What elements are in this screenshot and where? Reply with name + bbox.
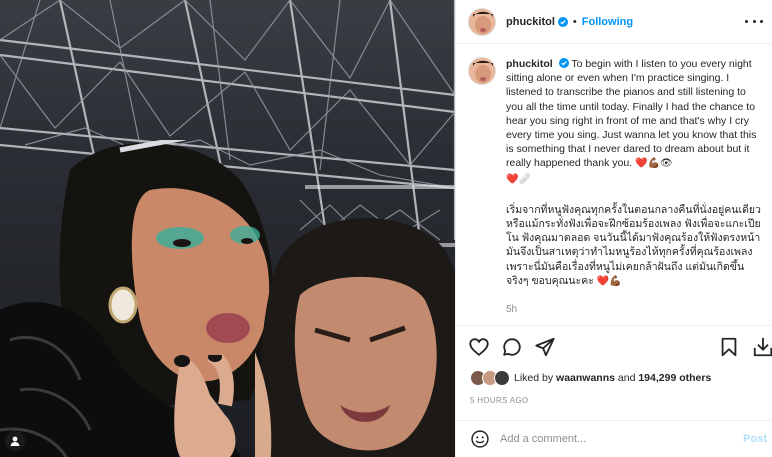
smiley-icon[interactable] — [470, 429, 490, 449]
likes-prefix: Liked by — [514, 372, 554, 384]
peace-hand — [174, 355, 236, 457]
caption-english-text: To begin with I listen to you every nigh… — [506, 58, 757, 170]
caption-english: phuckitol To begin with I listen to you … — [506, 57, 761, 187]
post-comment-button[interactable]: Post — [743, 433, 767, 445]
likes-summary: Liked by waanwanns and 194,299 others — [470, 370, 711, 386]
caption-author-avatar[interactable] — [468, 57, 496, 85]
avatar-face-icon — [469, 8, 495, 35]
caption-emojis-line2: ❤️🩹 — [506, 173, 531, 185]
caption-thai-text: เริ่มจากที่หนูฟังคุณทุกครั้งในตอนกลางคืน… — [506, 203, 761, 287]
likes-connector: and — [617, 372, 636, 384]
caption-thai-emojis: ❤️💪🏾 — [596, 275, 622, 287]
liker-avatars[interactable] — [470, 370, 512, 386]
avatar-face-icon — [469, 58, 495, 84]
caption-emojis: ❤️💪🏾👁 — [635, 158, 673, 170]
verified-badge-icon — [557, 16, 568, 27]
send-icon[interactable] — [534, 336, 556, 358]
action-bar — [468, 336, 772, 360]
bookmark-icon[interactable] — [718, 336, 740, 358]
comment-input[interactable] — [500, 433, 720, 445]
author-username[interactable]: phuckitol — [506, 16, 555, 28]
liker-username[interactable]: waanwanns — [556, 372, 615, 384]
post-header: phuckitol • Following — [456, 0, 772, 44]
more-options-icon[interactable] — [745, 14, 763, 28]
divider — [456, 325, 772, 326]
liker-avatar — [494, 370, 510, 386]
post-timestamp[interactable]: 5 HOURS AGO — [470, 396, 528, 405]
likes-text: Liked by waanwanns and 194,299 others — [514, 372, 711, 384]
download-icon[interactable] — [752, 336, 772, 358]
caption-username[interactable]: phuckitol — [506, 58, 553, 70]
user-silhouette-icon — [10, 436, 20, 446]
person-right-figure — [255, 217, 455, 457]
author-avatar[interactable] — [468, 7, 496, 36]
header-separator: • — [572, 15, 577, 28]
caption-section: phuckitol To begin with I listen to you … — [456, 45, 772, 325]
tagged-user-icon[interactable] — [5, 431, 25, 451]
caption-text-block: phuckitol To begin with I listen to you … — [506, 57, 761, 317]
comment-icon[interactable] — [501, 336, 523, 358]
post-side-panel: phuckitol • Following phuckitol To begin… — [455, 0, 772, 457]
post-photo[interactable] — [0, 0, 455, 457]
following-button[interactable]: Following — [582, 16, 633, 28]
verified-badge-icon — [558, 58, 569, 68]
comment-bar: Post — [456, 421, 772, 457]
caption-time-ago: 5h — [506, 304, 518, 316]
heart-icon[interactable] — [468, 336, 490, 358]
likes-count[interactable]: 194,299 others — [638, 372, 711, 384]
caption-thai: เริ่มจากที่หนูฟังคุณทุกครั้งในตอนกลางคืน… — [506, 203, 761, 289]
